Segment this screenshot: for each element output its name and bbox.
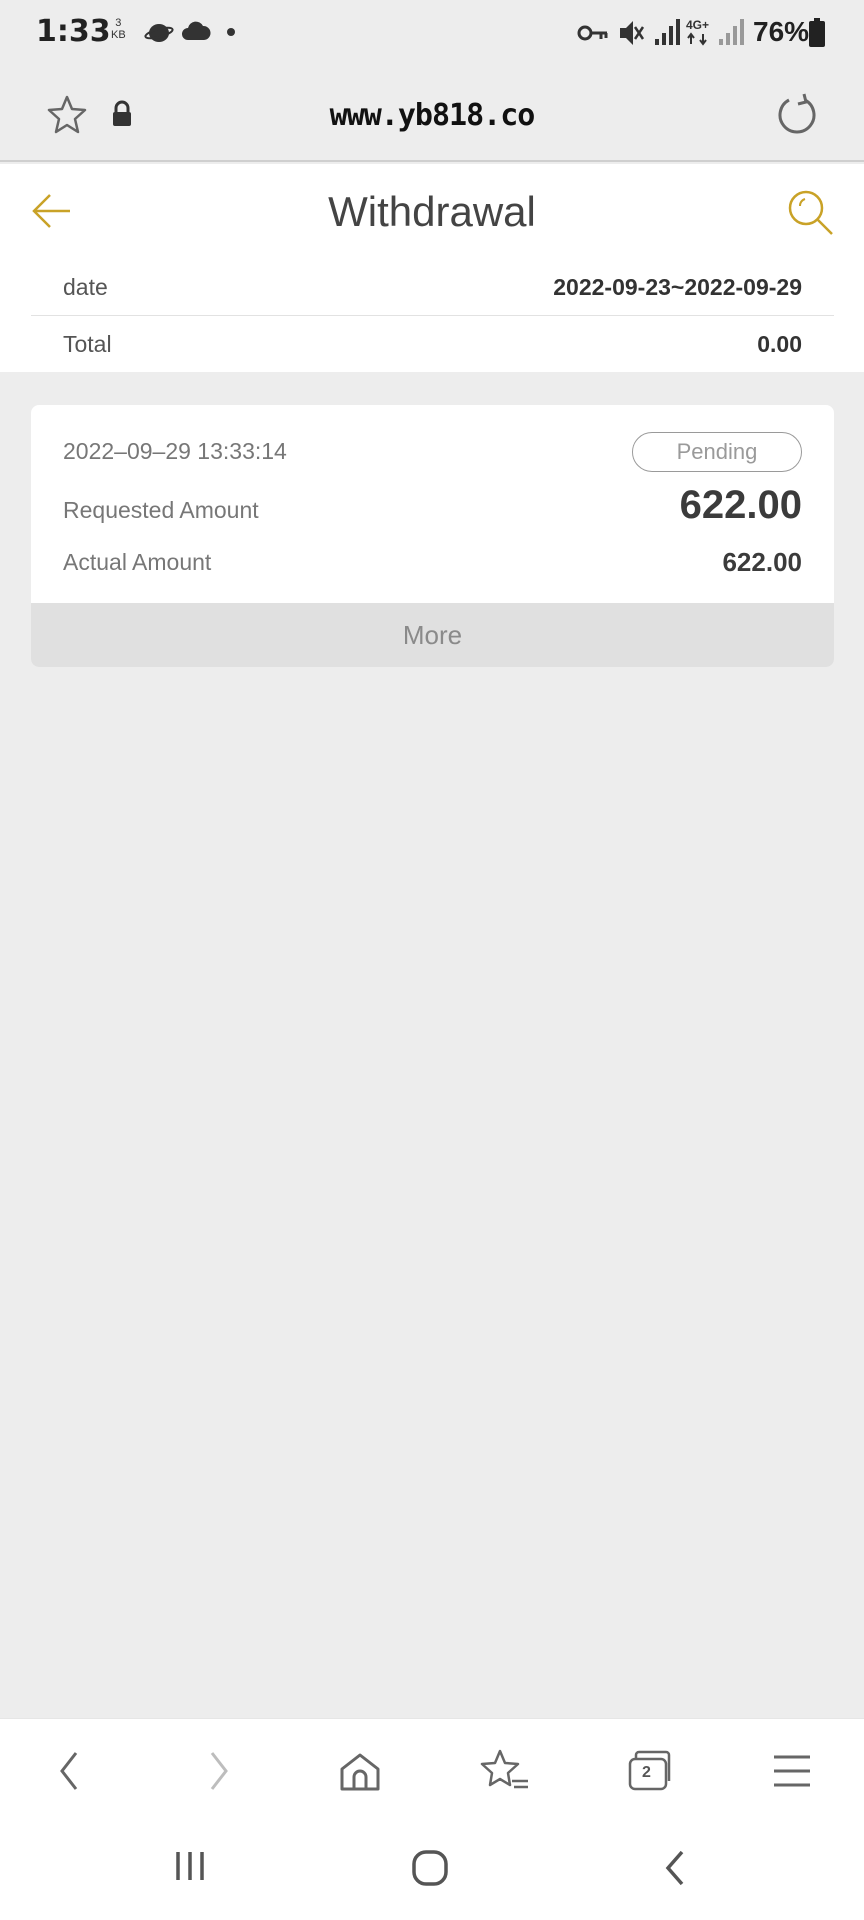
refresh-icon[interactable] [775,92,819,136]
home-icon[interactable] [330,1747,390,1795]
tabs-button[interactable]: 2 [618,1747,678,1795]
total-label: Total [63,331,112,357]
battery-icon [809,18,825,47]
forward-icon[interactable] [188,1747,248,1795]
status-bar: 1:33 3 KB 4G+ 76% [0,0,864,68]
browser-bottom-toolbar: 2 [0,1718,864,1818]
date-label: date [63,274,108,300]
total-row: Total 0.00 [31,317,834,373]
total-value: 0.00 [757,331,802,357]
cloud-icon [182,21,211,40]
browser-url-bar: www.yb818.co [0,68,864,162]
signal-icon-2 [719,19,744,45]
search-icon[interactable] [786,188,836,238]
signal-icon [655,19,680,45]
requested-amount-label: Requested Amount [63,497,259,523]
tabs-count: 2 [642,1764,651,1781]
date-row[interactable]: date 2022-09-23~2022-09-29 [31,260,834,316]
back-icon[interactable] [40,1747,100,1795]
system-back-icon[interactable] [656,1848,696,1888]
requested-amount-value: 622.00 [679,483,802,527]
url-text[interactable]: www.yb818.co [0,98,864,133]
page-title: Withdrawal [328,188,536,235]
vpn-key-icon [577,25,608,41]
home-button-icon[interactable] [410,1848,450,1888]
data-arrows-icon [687,32,707,46]
actual-amount-label: Actual Amount [63,549,212,575]
withdrawal-record-card[interactable]: 2022–09–29 13:33:14 Pending Requested Am… [31,405,834,667]
battery-level: 76% [753,16,810,47]
data-speed-value: 3 [115,17,122,29]
mute-icon [620,21,645,45]
system-navigation-bar [0,1818,864,1920]
page-header: Withdrawal [0,164,864,260]
record-timestamp: 2022–09–29 13:33:14 [63,438,287,464]
status-badge: Pending [632,432,802,472]
dot-icon [227,28,235,36]
network-type: 4G+ [686,18,710,32]
data-speed: 3 KB [111,17,126,41]
date-range-value: 2022-09-23~2022-09-29 [553,274,802,300]
summary-panel: date 2022-09-23~2022-09-29 Total 0.00 [0,260,864,372]
browser-planet-icon [144,24,174,42]
recent-apps-icon[interactable] [170,1848,210,1884]
actual-amount-value: 622.00 [722,547,802,577]
menu-icon[interactable] [762,1747,822,1795]
data-speed-unit: KB [111,29,126,41]
more-button[interactable]: More [31,603,834,667]
clock: 1:33 [36,14,111,49]
bookmarks-icon[interactable] [474,1747,534,1795]
